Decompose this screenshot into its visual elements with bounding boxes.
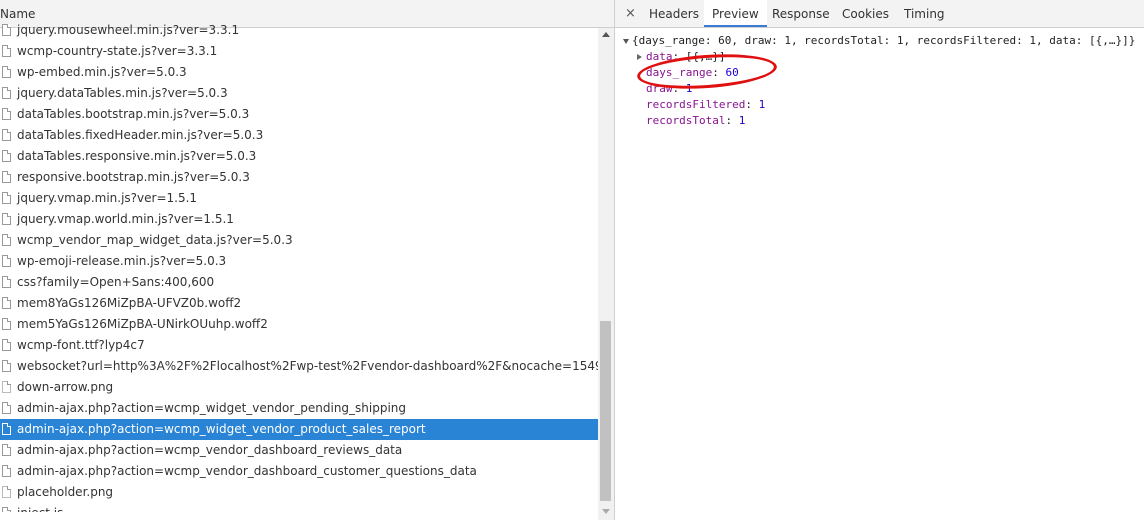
file-icon — [2, 87, 11, 99]
json-key: recordsTotal — [646, 114, 726, 127]
request-row[interactable]: responsive.bootstrap.min.js?ver=5.0.3 — [0, 167, 598, 188]
request-row[interactable]: dataTables.responsive.min.js?ver=5.0.3 — [0, 146, 598, 167]
request-name: jquery.vmap.min.js?ver=1.5.1 — [17, 191, 198, 205]
file-icon — [2, 213, 11, 225]
details-panel: × Headers Preview Response Cookies Timin… — [615, 0, 1144, 520]
file-icon — [2, 255, 11, 267]
request-name: admin-ajax.php?action=wcmp_widget_vendor… — [17, 422, 426, 436]
json-root-line[interactable]: {days_range: 60, draw: 1, recordsTotal: … — [623, 33, 1135, 49]
request-row[interactable]: css?family=Open+Sans:400,600 — [0, 272, 598, 293]
request-name: down-arrow.png — [17, 380, 114, 394]
request-list: jquery.mousewheel.min.js?ver=3.3.1 wcmp-c… — [0, 20, 598, 512]
file-icon — [2, 318, 11, 330]
file-icon — [2, 402, 11, 414]
json-key: recordsFiltered — [646, 98, 746, 111]
file-icon — [2, 24, 11, 36]
file-icon — [2, 507, 11, 512]
request-row[interactable]: admin-ajax.php?action=wcmp_vendor_dashbo… — [0, 461, 598, 482]
request-name: responsive.bootstrap.min.js?ver=5.0.3 — [17, 170, 250, 184]
request-name: wp-emoji-release.min.js?ver=5.0.3 — [17, 254, 227, 268]
request-row[interactable]: wcmp-font.ttf?lyp4c7 — [0, 335, 598, 356]
vertical-scrollbar[interactable] — [598, 28, 614, 520]
json-value: 1 — [758, 98, 766, 111]
request-name: wp-embed.min.js?ver=5.0.3 — [17, 65, 187, 79]
request-name: admin-ajax.php?action=wcmp_widget_vendor… — [17, 401, 407, 415]
file-icon — [2, 276, 11, 288]
request-row[interactable]: mem8YaGs126MiZpBA-UFVZ0b.woff2 — [0, 293, 598, 314]
request-row[interactable]: jquery.vmap.world.min.js?ver=1.5.1 — [0, 209, 598, 230]
file-icon — [2, 45, 11, 57]
file-icon — [2, 108, 11, 120]
request-name: mem8YaGs126MiZpBA-UFVZ0b.woff2 — [17, 296, 242, 310]
request-name: dataTables.responsive.min.js?ver=5.0.3 — [17, 149, 257, 163]
expand-right-icon[interactable] — [637, 54, 642, 60]
request-row[interactable]: wcmp_vendor_map_widget_data.js?ver=5.0.3 — [0, 230, 598, 251]
request-row[interactable]: wcmp-country-state.js?ver=3.3.1 — [0, 41, 598, 62]
close-icon[interactable]: × — [625, 6, 636, 21]
file-icon — [2, 66, 11, 78]
request-name: mem5YaGs126MiZpBA-UNirkOUuhp.woff2 — [17, 317, 268, 331]
request-row[interactable]: jquery.dataTables.min.js?ver=5.0.3 — [0, 83, 598, 104]
request-row[interactable]: mem5YaGs126MiZpBA-UNirkOUuhp.woff2 — [0, 314, 598, 335]
file-icon — [2, 234, 11, 246]
request-name: placeholder.png — [17, 485, 114, 499]
file-icon — [2, 465, 11, 477]
request-name: wcmp_vendor_map_widget_data.js?ver=5.0.3 — [17, 233, 293, 247]
request-row[interactable]: admin-ajax.php?action=wcmp_widget_vendor… — [0, 398, 598, 419]
request-row[interactable]: down-arrow.png — [0, 377, 598, 398]
request-row[interactable]: jquery.mousewheel.min.js?ver=3.3.1 — [0, 20, 598, 41]
tab-headers[interactable]: Headers — [649, 0, 699, 28]
json-line-records-filtered: recordsFiltered: 1 — [646, 98, 766, 111]
request-row[interactable]: websocket?url=http%3A%2F%2Flocalhost%2Fw… — [0, 356, 598, 377]
request-name: jquery.mousewheel.min.js?ver=3.3.1 — [17, 23, 240, 37]
request-row[interactable]: inject.js — [0, 503, 598, 512]
request-list-panel: Name jquery.mousewheel.min.js?ver=3.3.1 w… — [0, 0, 615, 520]
request-name: inject.js — [17, 503, 63, 512]
json-value: 1 — [738, 114, 746, 127]
request-name: css?family=Open+Sans:400,600 — [17, 275, 215, 289]
file-icon — [2, 192, 11, 204]
request-row[interactable]: placeholder.png — [0, 482, 598, 503]
json-summary: {days_range: 60, draw: 1, recordsTotal: … — [632, 34, 1136, 47]
request-row[interactable]: jquery.vmap.min.js?ver=1.5.1 — [0, 188, 598, 209]
request-name: dataTables.bootstrap.min.js?ver=5.0.3 — [17, 107, 250, 121]
request-name: admin-ajax.php?action=wcmp_vendor_dashbo… — [17, 464, 477, 478]
file-icon — [2, 150, 11, 162]
scrollbar-thumb[interactable] — [600, 321, 611, 501]
request-name: websocket?url=http%3A%2F%2Flocalhost%2Fw… — [17, 359, 598, 373]
request-name: wcmp-country-state.js?ver=3.3.1 — [17, 44, 218, 58]
file-icon — [2, 339, 11, 351]
file-icon — [2, 423, 11, 435]
tab-timing[interactable]: Timing — [904, 0, 945, 28]
request-row[interactable]: wp-embed.min.js?ver=5.0.3 — [0, 62, 598, 83]
tab-cookies[interactable]: Cookies — [842, 0, 889, 28]
file-icon — [2, 129, 11, 141]
request-row[interactable]: dataTables.fixedHeader.min.js?ver=5.0.3 — [0, 125, 598, 146]
request-row[interactable]: wp-emoji-release.min.js?ver=5.0.3 — [0, 251, 598, 272]
file-icon — [2, 297, 11, 309]
request-name: wcmp-font.ttf?lyp4c7 — [17, 338, 145, 352]
json-preview: {days_range: 60, draw: 1, recordsTotal: … — [623, 33, 1135, 129]
image-file-icon — [2, 381, 11, 393]
json-line-records-total: recordsTotal: 1 — [646, 114, 746, 127]
details-tabbar: × Headers Preview Response Cookies Timin… — [615, 0, 1144, 28]
tab-response[interactable]: Response — [772, 0, 830, 28]
scroll-down-arrow-icon[interactable] — [602, 509, 610, 514]
scroll-up-arrow-icon[interactable] — [602, 32, 610, 37]
request-name: dataTables.fixedHeader.min.js?ver=5.0.3 — [17, 128, 264, 142]
request-name: jquery.dataTables.min.js?ver=5.0.3 — [17, 86, 228, 100]
file-icon — [2, 171, 11, 183]
file-icon — [2, 360, 11, 372]
request-name: jquery.vmap.world.min.js?ver=1.5.1 — [17, 212, 234, 226]
tab-preview[interactable]: Preview — [704, 0, 767, 27]
request-row[interactable]: admin-ajax.php?action=wcmp_widget_vendor… — [0, 419, 598, 440]
request-row[interactable]: dataTables.bootstrap.min.js?ver=5.0.3 — [0, 104, 598, 125]
request-name: admin-ajax.php?action=wcmp_vendor_dashbo… — [17, 443, 403, 457]
expand-down-icon[interactable] — [623, 38, 629, 44]
image-file-icon — [2, 486, 11, 498]
file-icon — [2, 444, 11, 456]
request-row[interactable]: admin-ajax.php?action=wcmp_vendor_dashbo… — [0, 440, 598, 461]
